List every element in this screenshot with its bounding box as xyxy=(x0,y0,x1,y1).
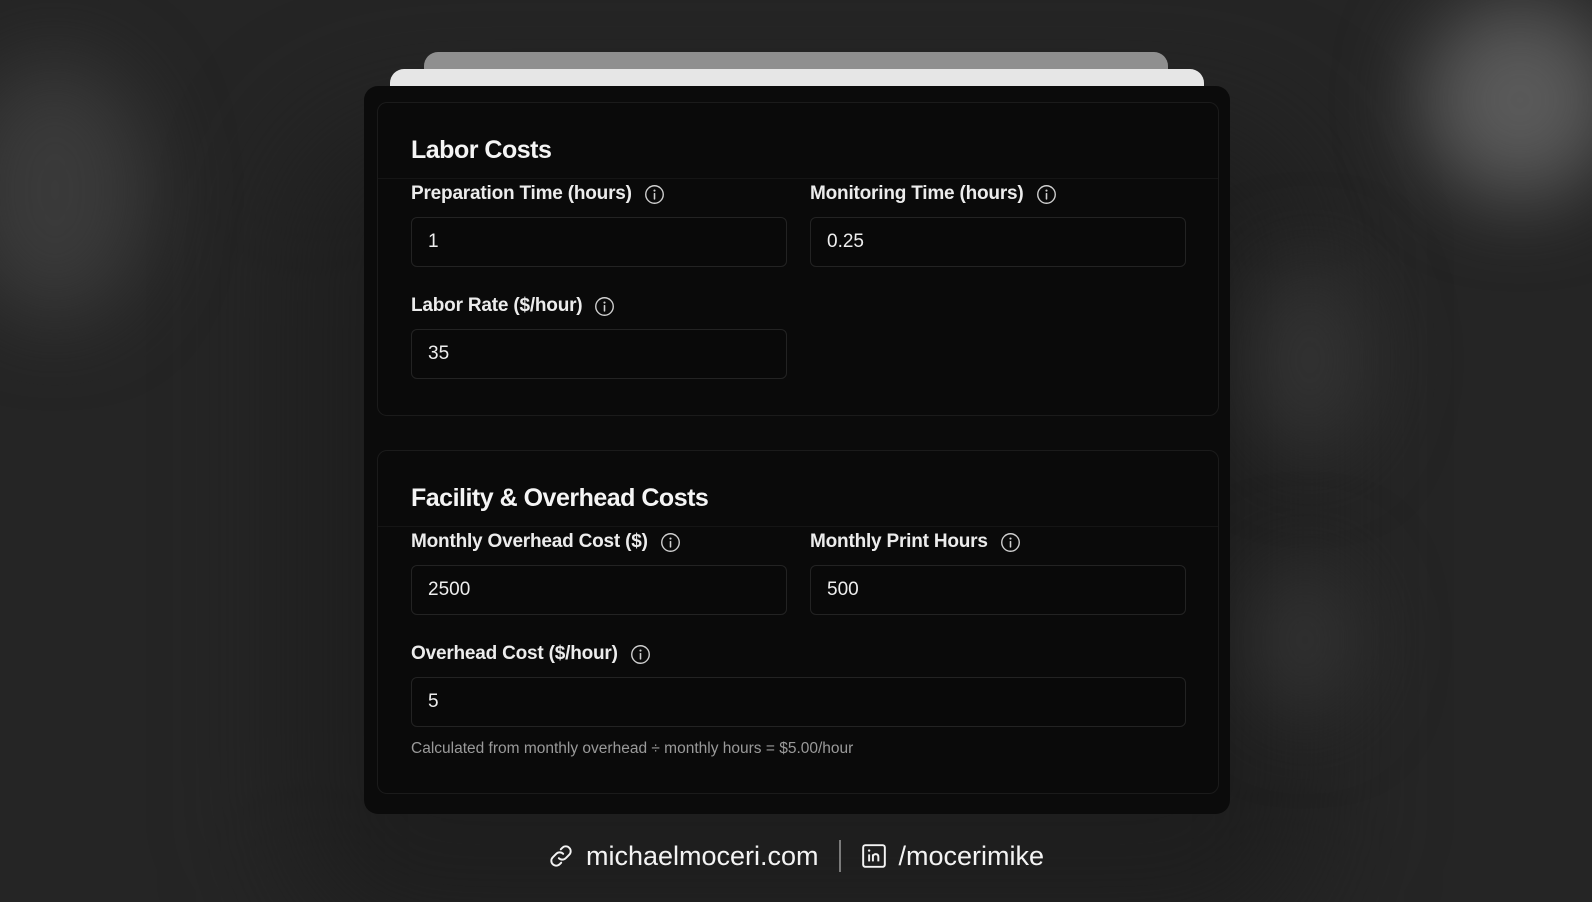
field-label: Labor Rate ($/hour) xyxy=(411,293,615,319)
field-label: Monitoring Time (hours) xyxy=(810,181,1057,207)
monitoring-time-label: Monitoring Time (hours) xyxy=(810,183,1024,204)
field-label: Preparation Time (hours) xyxy=(411,181,665,207)
info-icon[interactable] xyxy=(660,532,681,553)
monthly-overhead-label: Monthly Overhead Cost ($) xyxy=(411,531,648,552)
info-icon[interactable] xyxy=(1036,184,1057,205)
linkedin-link[interactable]: /mocerimike xyxy=(861,840,1045,872)
monthly-overhead-field: Monthly Overhead Cost ($) xyxy=(411,529,787,615)
monthly-overhead-input[interactable] xyxy=(411,565,787,615)
website-link[interactable]: michaelmoceri.com xyxy=(548,841,819,872)
monthly-print-hours-field: Monthly Print Hours xyxy=(810,529,1186,615)
section-title: Facility & Overhead Costs xyxy=(411,484,709,512)
preparation-time-label: Preparation Time (hours) xyxy=(411,183,632,204)
overhead-cost-label: Overhead Cost ($/hour) xyxy=(411,643,618,664)
calculator-card: Labor Costs Preparation Time (hours) Mon… xyxy=(364,86,1230,814)
screen: Labor Costs Preparation Time (hours) Mon… xyxy=(0,0,1592,902)
labor-rate-field: Labor Rate ($/hour) xyxy=(411,293,787,379)
labor-rate-input[interactable] xyxy=(411,329,787,379)
field-label: Overhead Cost ($/hour) xyxy=(411,641,651,667)
section-title: Labor Costs xyxy=(411,136,552,164)
field-label: Monthly Print Hours xyxy=(810,529,1021,555)
section-divider xyxy=(378,178,1218,179)
linkedin-text: /mocerimike xyxy=(898,840,1045,871)
info-icon[interactable] xyxy=(1000,532,1021,553)
linkedin-icon xyxy=(861,844,886,868)
link-icon xyxy=(550,845,572,867)
background-blob xyxy=(0,60,150,320)
background-blob xyxy=(1420,0,1592,200)
labor-costs-section: Labor Costs Preparation Time (hours) Mon… xyxy=(377,102,1219,416)
overhead-help-text: Calculated from monthly overhead ÷ month… xyxy=(411,740,854,757)
overhead-cost-input[interactable] xyxy=(411,677,1186,727)
website-text: michaelmoceri.com xyxy=(585,840,819,871)
monthly-print-hours-label: Monthly Print Hours xyxy=(810,531,988,552)
footer: michaelmoceri.com /mocerimike xyxy=(0,836,1592,876)
monthly-print-hours-input[interactable] xyxy=(810,565,1186,615)
footer-separator xyxy=(838,840,841,872)
info-icon[interactable] xyxy=(630,644,651,665)
info-icon[interactable] xyxy=(594,296,615,317)
monitoring-time-field: Monitoring Time (hours) xyxy=(810,181,1186,267)
background-blob xyxy=(1250,260,1370,460)
preparation-time-input[interactable] xyxy=(411,217,787,267)
monitoring-time-input[interactable] xyxy=(810,217,1186,267)
field-label: Monthly Overhead Cost ($) xyxy=(411,529,681,555)
labor-rate-label: Labor Rate ($/hour) xyxy=(411,295,583,316)
overhead-cost-field: Overhead Cost ($/hour) xyxy=(411,641,1186,727)
info-icon[interactable] xyxy=(644,184,665,205)
facility-overhead-section: Facility & Overhead Costs Monthly Overhe… xyxy=(377,450,1219,794)
background-blob xyxy=(1250,560,1360,720)
section-divider xyxy=(378,526,1218,527)
preparation-time-field: Preparation Time (hours) xyxy=(411,181,787,267)
